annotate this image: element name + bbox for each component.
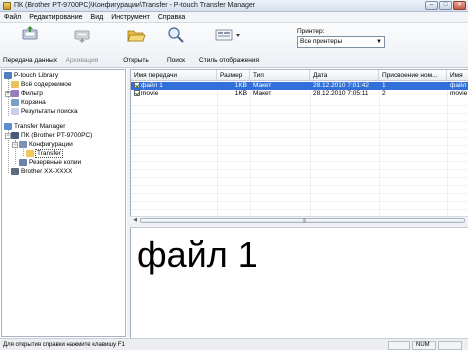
scrollbar-thumb[interactable]: ||| bbox=[140, 218, 465, 224]
checkbox-icon[interactable] bbox=[134, 82, 140, 88]
configurations-icon bbox=[19, 141, 27, 148]
column-header-type[interactable]: Тип bbox=[250, 70, 310, 81]
folder-icon bbox=[11, 81, 19, 88]
transfer-list: Имя передачи Размер Тип Дата Присвоение … bbox=[130, 69, 468, 224]
row-date: 28.12.2010 7:01:42 bbox=[313, 82, 370, 89]
window-title: ПК (Brother PT-9700PC)\Конфигурации\Tran… bbox=[14, 2, 256, 9]
column-header-name[interactable]: Имя передачи bbox=[131, 70, 217, 81]
app-icon bbox=[3, 2, 11, 10]
column-header-date[interactable]: Дата bbox=[310, 70, 379, 81]
transfer-manager-icon bbox=[4, 123, 12, 130]
table-row[interactable]: movie 1KB Макет 28.12.2010 7:05:11 2 mov… bbox=[131, 90, 468, 98]
tree-item-transfer[interactable]: Transfer bbox=[26, 149, 63, 158]
scroll-left-icon[interactable]: ◀ bbox=[131, 217, 139, 224]
row-size: 1KB bbox=[234, 90, 247, 97]
row-type: Макет bbox=[253, 90, 272, 97]
backup-icon bbox=[19, 159, 27, 166]
tree-item-computer[interactable]: ПК (Brother PT-9700PC) bbox=[11, 131, 92, 140]
row-type: Макет bbox=[253, 82, 272, 89]
tree-item-all-content[interactable]: Всё содержимое bbox=[11, 80, 72, 89]
row-name: файл 1 bbox=[141, 82, 163, 89]
transfer-label: Передача данных bbox=[3, 57, 57, 64]
status-panel-empty bbox=[388, 341, 410, 350]
search-icon bbox=[168, 27, 184, 43]
tree-item-printer[interactable]: Brother XX-XXXX bbox=[11, 167, 72, 176]
status-bar: Для открытия справки нажмите клавишу F1 … bbox=[0, 338, 468, 350]
table-row[interactable]: файл 1 1KB Макет 28.12.2010 7:01:42 1 фа… bbox=[131, 82, 468, 90]
column-header-number[interactable]: Присвоение ном... bbox=[379, 70, 447, 81]
view-style-label: Стиль отображения bbox=[199, 57, 259, 64]
search-label: Поиск bbox=[166, 57, 185, 64]
menu-bar: Файл Редактирование Вид Инструмент Справ… bbox=[0, 12, 468, 23]
menu-help[interactable]: Справка bbox=[158, 14, 185, 21]
view-style-button[interactable]: Стиль отображения bbox=[197, 25, 261, 65]
printer-select[interactable]: Все принтеры ▼ bbox=[297, 36, 385, 48]
tree-item-backups[interactable]: Резервные копии bbox=[19, 158, 81, 167]
transfer-icon bbox=[22, 26, 38, 40]
column-header-size[interactable]: Размер bbox=[217, 70, 250, 81]
archive-label: Архивация bbox=[65, 57, 99, 64]
tree-pane: P-touch Library Всё содержимое + Фильтр … bbox=[1, 69, 126, 337]
printer-icon bbox=[11, 168, 19, 175]
recycle-bin-icon bbox=[11, 99, 19, 106]
tree-item-library[interactable]: P-touch Library bbox=[4, 71, 58, 80]
search-button[interactable]: Поиск bbox=[148, 25, 204, 65]
chevron-down-icon[interactable]: ▼ bbox=[374, 37, 384, 47]
menu-file[interactable]: Файл bbox=[4, 14, 21, 21]
preview-pane: файл 1 bbox=[130, 228, 468, 338]
printer-label: Принтер: bbox=[297, 28, 325, 35]
archive-button[interactable]: Архивация bbox=[54, 25, 110, 65]
menu-edit[interactable]: Редактирование bbox=[29, 14, 82, 21]
library-icon bbox=[4, 72, 12, 79]
open-folder-icon bbox=[127, 30, 146, 42]
tree-item-configurations[interactable]: Конфигурации bbox=[19, 140, 73, 149]
tree-item-recycle-bin[interactable]: Корзина bbox=[11, 98, 46, 107]
printer-select-value: Все принтеры bbox=[300, 38, 343, 45]
row-filename: movie. bbox=[450, 90, 468, 97]
status-panel-empty bbox=[438, 341, 462, 350]
filter-icon bbox=[11, 90, 19, 97]
menu-view[interactable]: Вид bbox=[91, 14, 104, 21]
preview-text: файл 1 bbox=[137, 234, 258, 275]
horizontal-scrollbar[interactable]: ◀ ||| bbox=[130, 216, 468, 224]
tree-item-filter[interactable]: Фильтр bbox=[11, 89, 43, 98]
close-button[interactable]: ✕ bbox=[453, 1, 466, 10]
row-name: movie bbox=[141, 90, 159, 97]
row-number: 2 bbox=[382, 90, 386, 97]
status-num-indicator: NUM bbox=[412, 341, 436, 350]
window-controls: – □ ✕ bbox=[425, 1, 466, 10]
row-date: 28.12.2010 7:05:11 bbox=[313, 90, 369, 97]
collapse-configurations-icon[interactable]: − bbox=[12, 142, 18, 148]
menu-tools[interactable]: Инструмент bbox=[111, 14, 150, 21]
row-size: 1KB bbox=[234, 82, 247, 89]
tree-item-search-results[interactable]: Результаты поиска bbox=[11, 107, 78, 116]
folder-icon bbox=[26, 150, 34, 157]
minimize-button[interactable]: – bbox=[425, 1, 438, 10]
list-header: Имя передачи Размер Тип Дата Присвоение … bbox=[131, 70, 468, 81]
maximize-button[interactable]: □ bbox=[439, 1, 452, 10]
checkbox-icon[interactable] bbox=[134, 90, 140, 96]
toolbar: Передача данных Архивация Открыть Поиск bbox=[0, 23, 468, 68]
archive-icon bbox=[74, 30, 90, 43]
computer-icon bbox=[11, 132, 19, 139]
row-filename: файл bbox=[450, 82, 467, 89]
transfer-button[interactable]: Передача данных bbox=[2, 25, 58, 65]
status-text: Для открытия справки нажмите клавишу F1 bbox=[3, 342, 125, 348]
search-results-icon bbox=[11, 108, 19, 115]
column-header-filename[interactable]: Имя bbox=[447, 70, 468, 81]
row-number: 1 bbox=[382, 82, 386, 89]
view-style-icon bbox=[215, 29, 240, 41]
tree-item-transfer-manager[interactable]: Transfer Manager bbox=[4, 122, 65, 131]
title-bar: ПК (Brother PT-9700PC)\Конфигурации\Tran… bbox=[0, 0, 468, 12]
